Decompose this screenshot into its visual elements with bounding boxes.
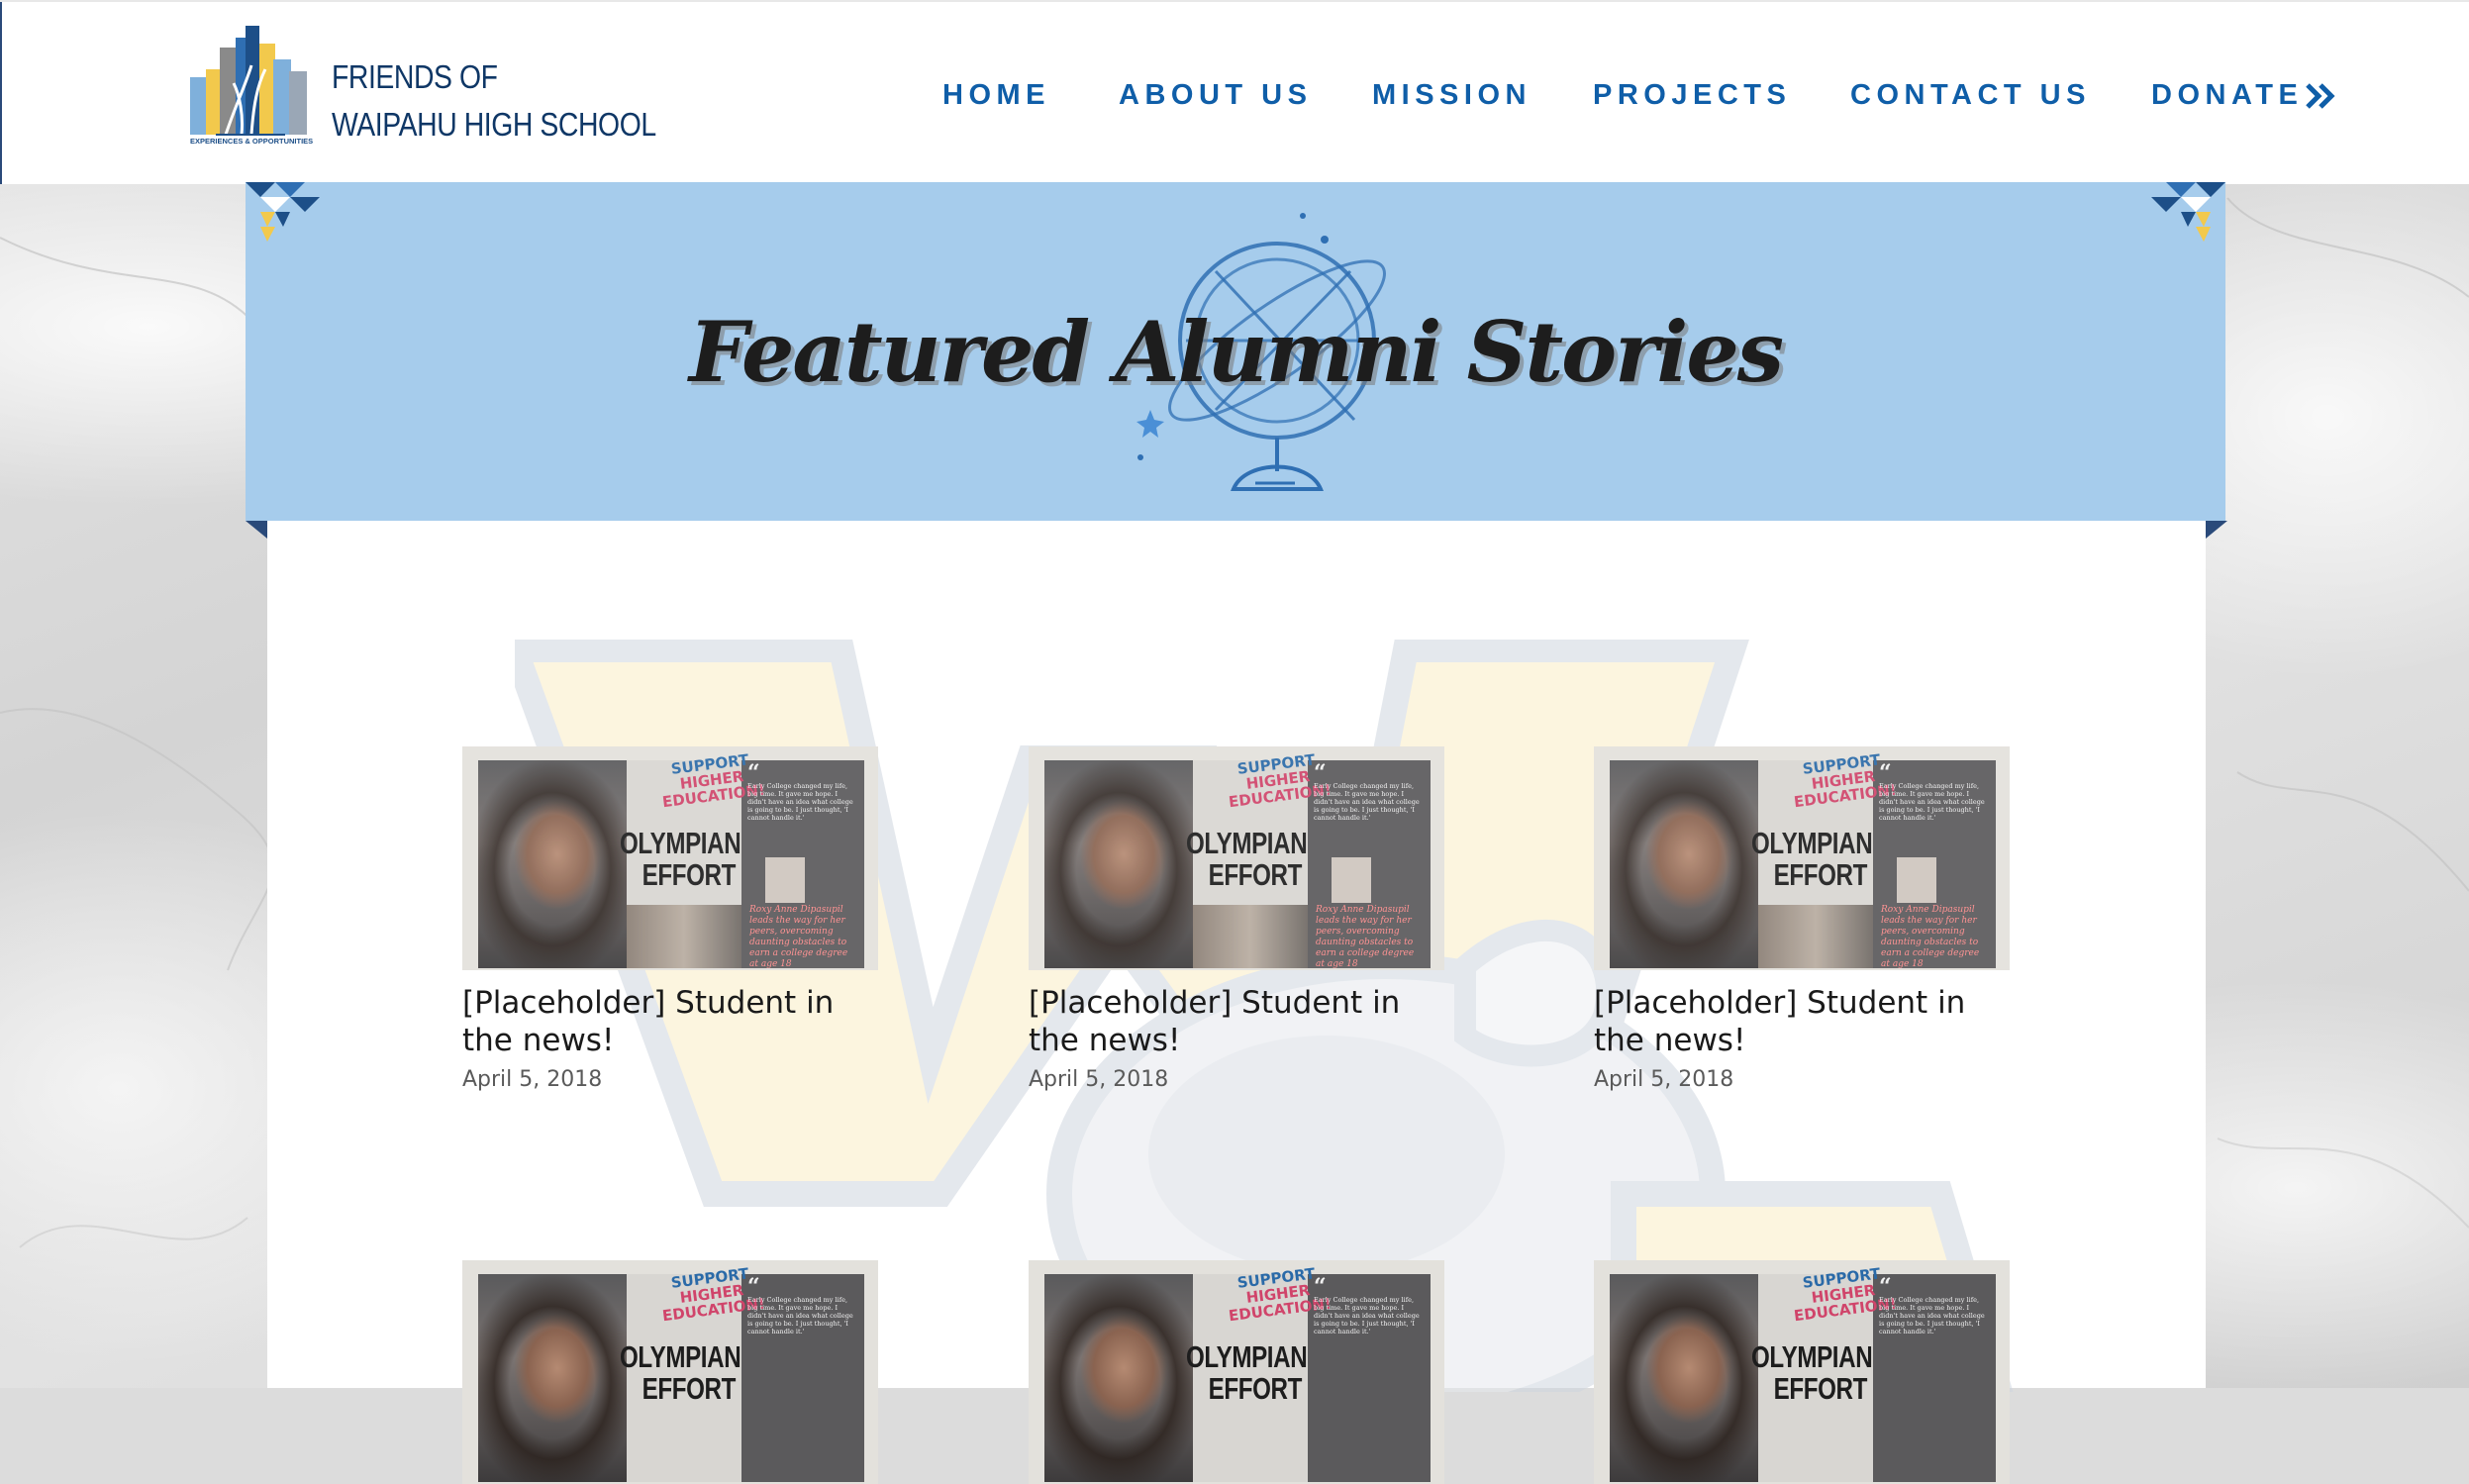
nav-mission[interactable]: MISSION — [1372, 79, 1531, 112]
thumb-quote: “Early College changed my life, big time… — [747, 1274, 853, 1336]
nav-about-us[interactable]: ABOUT US — [1119, 79, 1312, 112]
post-thumbnail[interactable]: SUPPORT HIGHER EDUCATION! OLYMPIAN EFFORT… — [462, 1260, 878, 1484]
post-date: April 5, 2018 — [1594, 1067, 1734, 1092]
post-thumbnail[interactable]: SUPPORT HIGHER EDUCATION! OLYMPIAN EFFORT… — [1594, 1260, 2010, 1484]
nav-home[interactable]: HOME — [942, 79, 1050, 112]
thumb-quote: “Early College changed my life, big time… — [1314, 1274, 1420, 1336]
thumb-overlay — [1029, 746, 1444, 970]
double-chevron-right-icon[interactable] — [2305, 81, 2338, 111]
post-card[interactable]: SUPPORT HIGHER EDUCATION! OLYMPIAN EFFORT… — [1594, 1260, 2010, 1484]
nav-donate[interactable]: DONATE — [2151, 79, 2303, 112]
post-card[interactable]: SUPPORT HIGHER EDUCATION! OLYMPIAN EFFORT… — [1029, 746, 1444, 1092]
post-card[interactable]: SUPPORT HIGHER EDUCATION! OLYMPIAN EFFORT… — [1029, 1260, 1444, 1484]
corner-decoration-left — [246, 182, 320, 242]
post-thumbnail[interactable]: SUPPORT HIGHER EDUCATION! OLYMPIAN EFFORT… — [1594, 746, 2010, 970]
student-photo-shade — [1610, 1274, 1758, 1482]
site-header: EXPERIENCES & OPPORTUNITIES FRIENDS OF W… — [0, 0, 2469, 184]
thumb-headline: OLYMPIAN EFFORT — [1751, 1339, 1873, 1406]
ribbon-fold-right — [2206, 521, 2227, 539]
thumb-overlay — [1594, 746, 2010, 970]
ribbon-fold-left — [246, 521, 267, 539]
post-title[interactable]: [Placeholder] Student in the news! — [1029, 984, 1444, 1059]
corner-decoration-right — [2151, 182, 2225, 242]
page-title: Featured Alumni Stories — [688, 303, 1784, 401]
post-thumbnail[interactable]: SUPPORT HIGHER EDUCATION! OLYMPIAN EFFORT… — [1029, 1260, 1444, 1484]
post-thumbnail[interactable]: SUPPORT HIGHER EDUCATION! OLYMPIAN EFFORT… — [462, 746, 878, 970]
post-title[interactable]: [Placeholder] Student in the news! — [462, 984, 878, 1059]
post-card[interactable]: SUPPORT HIGHER EDUCATION! OLYMPIAN EFFORT… — [462, 746, 878, 1092]
post-card[interactable]: SUPPORT HIGHER EDUCATION! OLYMPIAN EFFORT… — [1594, 746, 2010, 1092]
student-photo-shade — [478, 1274, 627, 1482]
post-date: April 5, 2018 — [1029, 1067, 1169, 1092]
logo-tagline: EXPERIENCES & OPPORTUNITIES — [190, 137, 313, 146]
thumb-overlay — [462, 746, 878, 970]
post-card[interactable]: SUPPORT HIGHER EDUCATION! OLYMPIAN EFFORT… — [462, 1260, 878, 1484]
thumb-headline: OLYMPIAN EFFORT — [620, 1339, 741, 1406]
post-title[interactable]: [Placeholder] Student in the news! — [1594, 984, 2010, 1059]
nav-contact-us[interactable]: CONTACT US — [1850, 79, 2091, 112]
main-nav: HOME ABOUT US MISSION PROJECTS CONTACT U… — [0, 79, 2469, 119]
post-date: April 5, 2018 — [462, 1067, 603, 1092]
thumb-quote: “Early College changed my life, big time… — [1879, 1274, 1985, 1336]
thumb-headline: OLYMPIAN EFFORT — [1186, 1339, 1308, 1406]
page-banner: Featured Alumni Stories — [246, 182, 2225, 521]
nav-projects[interactable]: PROJECTS — [1593, 79, 1791, 112]
student-photo-shade — [1044, 1274, 1193, 1482]
post-thumbnail[interactable]: SUPPORT HIGHER EDUCATION! OLYMPIAN EFFORT… — [1029, 746, 1444, 970]
